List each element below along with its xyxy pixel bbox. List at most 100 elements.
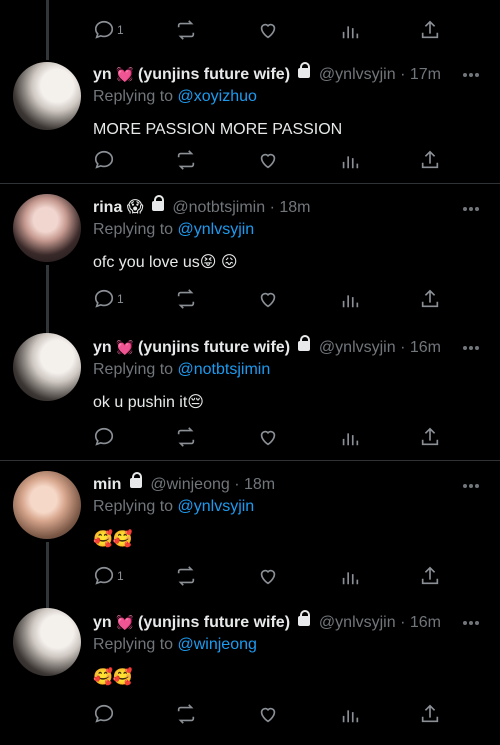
replying-to-mention[interactable]: @winjeong bbox=[178, 636, 257, 653]
replying-to: Replying to @winjeong bbox=[93, 635, 480, 655]
reply-count: 1 bbox=[117, 23, 124, 37]
retweet-button[interactable] bbox=[175, 702, 197, 726]
views-button[interactable] bbox=[339, 425, 361, 449]
replying-to-mention[interactable]: @ynlvsyjin bbox=[178, 498, 255, 515]
share-button[interactable] bbox=[419, 564, 441, 588]
tweet-header: yn 💓 (yunjins future wife) @ynlvsyjin · … bbox=[93, 610, 480, 633]
reply-count: 1 bbox=[117, 292, 124, 306]
top-action-bar: 1 bbox=[93, 18, 453, 44]
more-icon[interactable] bbox=[462, 206, 480, 212]
like-button[interactable] bbox=[257, 148, 279, 172]
thread-line bbox=[46, 265, 49, 335]
tweet-text: 🥰🥰 bbox=[93, 531, 133, 548]
views-button[interactable] bbox=[339, 287, 361, 311]
like-button[interactable] bbox=[257, 425, 279, 449]
thread-line bbox=[46, 542, 49, 610]
like-button[interactable] bbox=[257, 287, 279, 311]
display-name-suffix[interactable]: (yunjins future wife) bbox=[138, 614, 290, 631]
timestamp[interactable]: 18m bbox=[279, 199, 310, 216]
more-icon[interactable] bbox=[462, 72, 480, 78]
more-icon[interactable] bbox=[462, 620, 480, 626]
replying-to: Replying to @ynlvsyjin bbox=[93, 220, 480, 240]
views-button[interactable] bbox=[339, 148, 361, 172]
reply-button[interactable] bbox=[93, 148, 115, 172]
action-bar: 1 bbox=[93, 287, 453, 313]
more-icon[interactable] bbox=[462, 345, 480, 351]
reply-button[interactable] bbox=[93, 702, 115, 726]
views-icon bbox=[342, 26, 359, 39]
retweet-button[interactable] bbox=[175, 287, 197, 311]
retweet-icon bbox=[177, 566, 195, 586]
share-button[interactable] bbox=[419, 148, 441, 172]
separator: · bbox=[400, 339, 406, 356]
name-emoji: 💓 bbox=[116, 66, 134, 82]
like-icon bbox=[260, 23, 276, 39]
handle[interactable]: @ynlvsyjin bbox=[319, 339, 396, 356]
thread-line-top bbox=[46, 0, 49, 60]
reply-button[interactable]: 1 bbox=[93, 287, 124, 311]
share-button[interactable] bbox=[419, 425, 441, 449]
name-emoji: 💓 bbox=[116, 339, 134, 355]
like-button[interactable] bbox=[257, 702, 279, 726]
views-icon bbox=[342, 433, 359, 446]
tweet-header: rina 😱 @notbtsjimin · 18m bbox=[93, 195, 480, 218]
reply-button[interactable]: 1 bbox=[93, 18, 124, 42]
tweet-text: 🥰🥰 bbox=[93, 669, 133, 686]
retweet-button[interactable] bbox=[175, 425, 197, 449]
share-button[interactable] bbox=[419, 702, 441, 726]
views-button[interactable] bbox=[339, 18, 361, 42]
reply-button[interactable]: 1 bbox=[93, 564, 124, 588]
handle[interactable]: @ynlvsyjin bbox=[319, 66, 396, 83]
timestamp[interactable]: 17m bbox=[410, 66, 441, 83]
avatar[interactable] bbox=[13, 62, 81, 130]
timestamp[interactable]: 16m bbox=[410, 339, 441, 356]
action-bar bbox=[93, 702, 453, 728]
avatar[interactable] bbox=[13, 194, 81, 262]
reply-button[interactable] bbox=[93, 425, 115, 449]
display-name[interactable]: yn bbox=[93, 339, 112, 356]
views-icon bbox=[342, 572, 359, 585]
action-bar bbox=[93, 425, 453, 451]
separator: · bbox=[400, 614, 406, 631]
display-name[interactable]: yn bbox=[93, 614, 112, 631]
action-bar: 1 bbox=[93, 564, 453, 590]
retweet-button[interactable] bbox=[175, 148, 197, 172]
timestamp[interactable]: 18m bbox=[244, 476, 275, 493]
retweet-button[interactable] bbox=[175, 564, 197, 588]
replying-to-mention[interactable]: @xoyizhuo bbox=[178, 88, 257, 105]
handle[interactable]: @winjeong bbox=[150, 476, 229, 493]
display-name-suffix[interactable]: (yunjins future wife) bbox=[138, 66, 290, 83]
handle[interactable]: @notbtsjimin bbox=[172, 199, 265, 216]
like-button[interactable] bbox=[257, 564, 279, 588]
retweet-button[interactable] bbox=[175, 18, 197, 42]
replying-to: Replying to @notbtsjimin bbox=[93, 360, 480, 380]
handle[interactable]: @ynlvsyjin bbox=[319, 614, 396, 631]
like-icon bbox=[260, 569, 276, 585]
like-button[interactable] bbox=[257, 18, 279, 42]
name-emoji: 😱 bbox=[126, 199, 144, 216]
display-name-suffix[interactable]: (yunjins future wife) bbox=[138, 339, 290, 356]
display-name[interactable]: yn bbox=[93, 66, 112, 83]
views-button[interactable] bbox=[339, 702, 361, 726]
replying-to-mention[interactable]: @notbtsjimin bbox=[178, 361, 271, 378]
views-button[interactable] bbox=[339, 564, 361, 588]
reply-icon bbox=[94, 289, 114, 308]
avatar[interactable] bbox=[13, 333, 81, 401]
tweet-text: ok u pushin it😔 bbox=[93, 394, 204, 411]
avatar[interactable] bbox=[13, 471, 81, 539]
share-button[interactable] bbox=[419, 18, 441, 42]
replying-to: Replying to @xoyizhuo bbox=[93, 87, 480, 107]
lock-icon bbox=[151, 195, 165, 213]
divider bbox=[0, 183, 500, 184]
replying-to-mention[interactable]: @ynlvsyjin bbox=[178, 221, 255, 238]
timestamp[interactable]: 16m bbox=[410, 614, 441, 631]
name-emoji: 💓 bbox=[116, 614, 134, 630]
share-button[interactable] bbox=[419, 287, 441, 311]
action-bar bbox=[93, 148, 453, 174]
display-name[interactable]: rina bbox=[93, 199, 122, 216]
more-icon[interactable] bbox=[462, 483, 480, 489]
display-name[interactable]: min bbox=[93, 476, 121, 493]
avatar[interactable] bbox=[13, 608, 81, 676]
like-icon bbox=[260, 707, 276, 723]
retweet-icon bbox=[177, 20, 195, 40]
